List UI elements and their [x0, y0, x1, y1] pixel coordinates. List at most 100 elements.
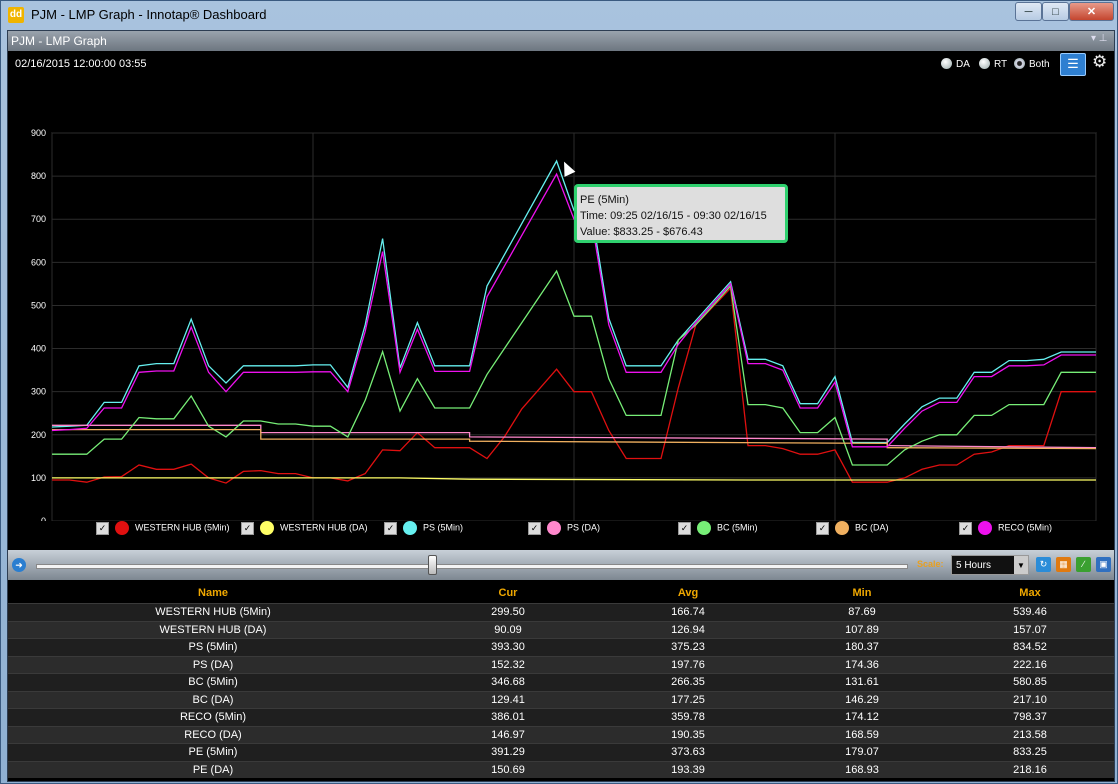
table-cell: 157.07	[946, 620, 1114, 639]
y-tick-label: 500	[31, 300, 46, 310]
legend-item[interactable]: ✓ BC (5Min)	[678, 521, 758, 535]
close-button[interactable]: ✕	[1069, 2, 1114, 21]
line-chart-button[interactable]: ∕	[1076, 557, 1091, 572]
y-tick-label: 600	[31, 257, 46, 267]
tooltip-series: PE (5Min)	[580, 194, 629, 206]
chart-tooltip: PE (5Min) Time: 09:25 02/16/15 - 09:30 0…	[574, 184, 788, 243]
legend-item[interactable]: ✓ WESTERN HUB (DA)	[241, 521, 368, 535]
legend-swatch	[115, 521, 129, 535]
app-logo-icon: dd	[8, 7, 24, 23]
monitor-icon: ▣	[1099, 559, 1108, 569]
table-row[interactable]: PS (DA) 152.32 197.76 174.36 222.16	[8, 655, 1114, 674]
table-cell: BC (DA)	[8, 690, 418, 709]
table-cell: 373.63	[598, 743, 778, 761]
table-row[interactable]: BC (DA) 129.41 177.25 146.29 217.10	[8, 690, 1114, 709]
legend-checkbox[interactable]: ✓	[959, 521, 972, 535]
table-cell: 146.97	[418, 725, 598, 744]
table-cell: 190.35	[598, 725, 778, 744]
refresh-button[interactable]: ↻	[1036, 557, 1051, 572]
legend-swatch	[260, 521, 274, 535]
radio-rt[interactable]: RT	[979, 58, 1007, 70]
chevron-down-icon: ▼	[1014, 556, 1028, 574]
navigate-button[interactable]: ➜	[12, 558, 26, 572]
radio-selected-icon	[1014, 58, 1025, 69]
table-cell: WESTERN HUB (5Min)	[8, 603, 418, 621]
radio-label: RT	[994, 59, 1008, 70]
table-cell: 146.29	[778, 690, 946, 709]
legend-swatch	[978, 521, 992, 535]
table-cell: 152.32	[418, 655, 598, 674]
radio-label: DA	[956, 59, 970, 70]
table-cell: 166.74	[598, 603, 778, 621]
table-cell: 179.07	[778, 743, 946, 761]
y-tick-label: 400	[31, 344, 46, 354]
column-header[interactable]: Name	[8, 582, 418, 604]
table-cell: 87.69	[778, 603, 946, 621]
table-row[interactable]: BC (5Min) 346.68 266.35 131.61 580.85	[8, 673, 1114, 691]
lmp-graph-panel: PJM - LMP Graph ▾ ⊥ 02/16/2015 12:00:00 …	[7, 30, 1115, 782]
table-cell: 197.76	[598, 655, 778, 674]
legend-item[interactable]: ✓ PS (5Min)	[384, 521, 463, 535]
legend-label: WESTERN HUB (DA)	[280, 522, 368, 533]
maximize-button[interactable]: □	[1042, 2, 1069, 21]
settings-button[interactable]: ⚙	[1092, 52, 1107, 72]
legend-checkbox[interactable]: ✓	[528, 521, 541, 535]
legend-checkbox[interactable]: ✓	[96, 521, 109, 535]
legend-swatch	[547, 521, 561, 535]
legend-label: PS (5Min)	[423, 522, 464, 533]
legend-checkbox[interactable]: ✓	[816, 521, 829, 535]
export-button[interactable]: ▣	[1096, 557, 1111, 572]
legend-item[interactable]: ✓ PS (DA)	[528, 521, 600, 535]
legend-item[interactable]: ✓ WESTERN HUB (5Min)	[96, 521, 230, 535]
column-header[interactable]: Max	[946, 582, 1114, 604]
scale-dropdown[interactable]: 5 Hours ▼	[951, 555, 1029, 575]
table-cell: 359.78	[598, 708, 778, 726]
table-cell: RECO (DA)	[8, 725, 418, 744]
legend-checkbox[interactable]: ✓	[384, 521, 397, 535]
table-row[interactable]: PE (DA) 150.69 193.39 168.93 218.16	[8, 760, 1114, 778]
legend-item[interactable]: ✓ RECO (5Min)	[959, 521, 1052, 535]
y-tick-label: 300	[31, 387, 46, 397]
list-icon: ☰	[1067, 56, 1079, 71]
title-bar[interactable]: dd PJM - LMP Graph - Innotap® Dashboard …	[1, 1, 1117, 29]
legend-swatch	[697, 521, 711, 535]
refresh-icon: ↻	[1039, 559, 1048, 569]
table-cell: 299.50	[418, 603, 598, 621]
table-row[interactable]: RECO (5Min) 386.01 359.78 174.12 798.37	[8, 708, 1114, 726]
line-chart-icon: ∕	[1082, 559, 1085, 569]
table-cell: 168.93	[778, 760, 946, 778]
table-cell: 391.29	[418, 743, 598, 761]
table-row[interactable]: WESTERN HUB (5Min) 299.50 166.74 87.69 539.4…	[8, 603, 1114, 621]
radio-circle-icon	[941, 58, 952, 69]
radio-da[interactable]: DA	[941, 58, 970, 70]
legend-checkbox[interactable]: ✓	[678, 521, 691, 535]
table-row[interactable]: WESTERN HUB (DA) 90.09 126.94 107.89 157.07	[8, 620, 1114, 639]
table-cell: 193.39	[598, 760, 778, 778]
time-slider-track[interactable]	[36, 564, 908, 569]
time-slider-thumb[interactable]	[428, 555, 437, 575]
panel-header: PJM - LMP Graph ▾ ⊥	[8, 31, 1114, 51]
table-cell: 129.41	[418, 690, 598, 709]
pin-icon[interactable]: ▾ ⊥	[1091, 33, 1108, 44]
minimize-button[interactable]: ─	[1015, 2, 1042, 21]
list-view-button[interactable]: ☰	[1060, 53, 1086, 76]
table-row[interactable]: PS (5Min) 393.30 375.23 180.37 834.52	[8, 638, 1114, 656]
table-cell: 375.23	[598, 638, 778, 656]
table-row[interactable]: RECO (DA) 146.97 190.35 168.59 213.58	[8, 725, 1114, 744]
grid-button[interactable]: ▦	[1056, 557, 1071, 572]
lmp-line-chart[interactable]: 010020030040050060070080090002/16 07:000…	[8, 81, 1114, 521]
table-cell: 386.01	[418, 708, 598, 726]
legend-label: PS (DA)	[567, 522, 601, 533]
column-header[interactable]: Min	[778, 582, 946, 604]
table-cell: 346.68	[418, 673, 598, 691]
column-header[interactable]: Avg	[598, 582, 778, 604]
table-body: WESTERN HUB (5Min) 299.50 166.74 87.69 539.4…	[8, 603, 1114, 778]
radio-circle-icon	[979, 58, 990, 69]
table-row[interactable]: PE (5Min) 391.29 373.63 179.07 833.25	[8, 743, 1114, 761]
radio-both[interactable]: Both	[1014, 58, 1050, 70]
table-cell: 180.37	[778, 638, 946, 656]
column-header[interactable]: Cur	[418, 582, 598, 604]
y-tick-label: 200	[31, 430, 46, 440]
legend-item[interactable]: ✓ BC (DA)	[816, 521, 889, 535]
legend-checkbox[interactable]: ✓	[241, 521, 254, 535]
